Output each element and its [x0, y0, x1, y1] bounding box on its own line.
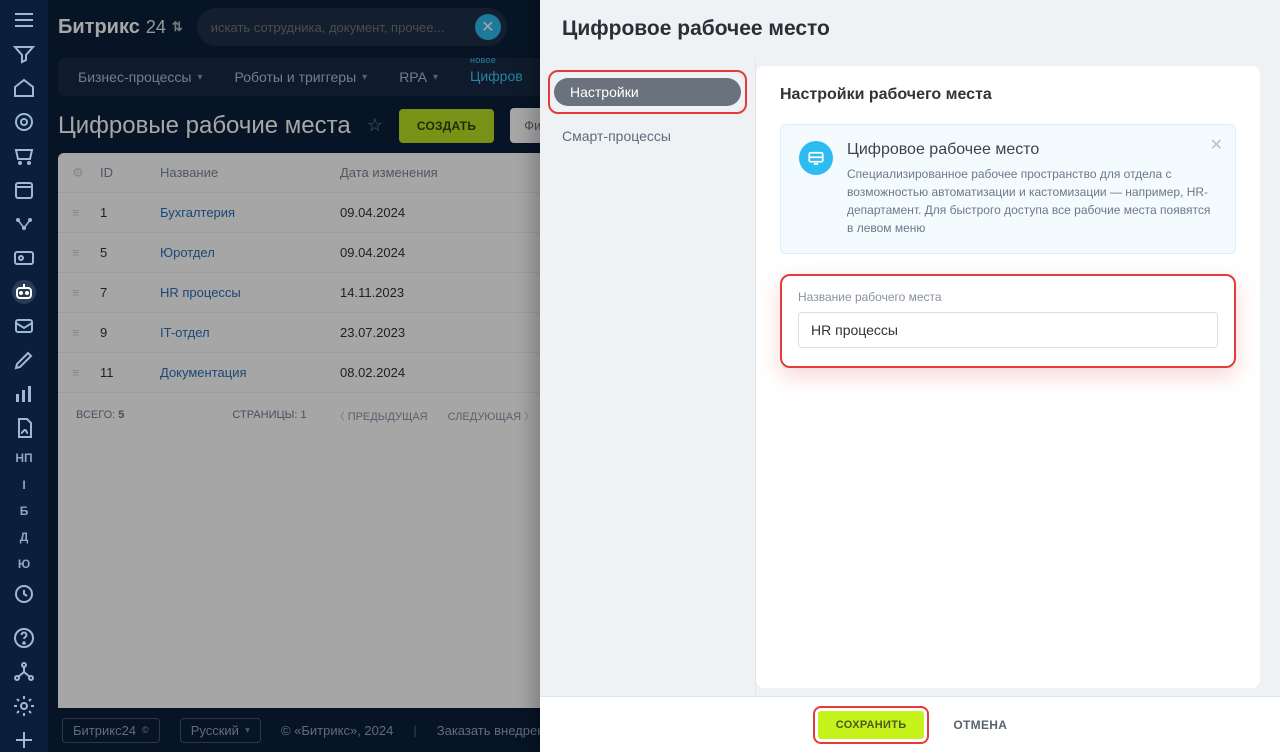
info-heading: Цифровое рабочее место [847, 141, 1217, 159]
col-date[interactable]: Дата изменения [340, 165, 530, 180]
prev-page-button[interactable]: 〈 ПРЕДЫДУЩАЯ [335, 408, 428, 423]
callout-highlight: Настройки [548, 70, 747, 114]
nav-settings[interactable]: Настройки [554, 78, 741, 106]
gear-icon[interactable]: ⚙ [72, 165, 90, 181]
clock-icon[interactable] [12, 582, 36, 606]
cell-name-link[interactable]: Юротдел [160, 245, 330, 260]
target-icon[interactable] [12, 110, 36, 134]
language-picker[interactable]: Русский ▾ [180, 718, 261, 743]
cell-name-link[interactable]: Документация [160, 365, 330, 380]
brand-switch-icon[interactable]: ⇅ [172, 19, 183, 35]
cell-date: 14.11.2023 [340, 285, 530, 300]
tab-rpa[interactable]: RPA▾ [399, 69, 438, 85]
workspace-name-input[interactable] [798, 312, 1218, 348]
footer-brand-badge[interactable]: Битрикс24© [62, 718, 160, 743]
panel-nav: Настройки Смарт-процессы [540, 58, 756, 696]
global-search[interactable]: ✕ [197, 8, 507, 46]
contact-card-icon[interactable] [12, 246, 36, 270]
robot-icon[interactable] [12, 280, 36, 304]
cell-id: 11 [100, 365, 150, 380]
gear-icon[interactable] [12, 694, 36, 718]
panel-header: Цифровое рабочее место [540, 0, 1280, 58]
pencil-icon[interactable] [12, 348, 36, 372]
cart-icon[interactable] [12, 144, 36, 168]
brand-name: Битрикс [58, 16, 140, 39]
tab-robots[interactable]: Роботы и триггеры▾ [235, 69, 368, 85]
search-input[interactable] [211, 20, 467, 35]
drag-handle-icon[interactable]: ≡ [72, 245, 90, 260]
panel-footer: СОХРАНИТЬ ОТМЕНА [540, 696, 1280, 752]
cell-id: 9 [100, 325, 150, 340]
search-clear-icon[interactable]: ✕ [475, 14, 501, 40]
panel-content: Настройки рабочего места Цифровое рабоче… [756, 66, 1260, 688]
tab-bizproc[interactable]: Бизнес-процессы▾ [78, 69, 203, 85]
info-close-icon[interactable]: ✕ [1210, 135, 1223, 155]
brand-logo[interactable]: Битрикс 24 ⇅ [58, 16, 183, 39]
inbox-icon[interactable] [12, 314, 36, 338]
copyright: © «Битрикс», 2024 [281, 723, 393, 738]
cancel-button[interactable]: ОТМЕНА [953, 718, 1007, 732]
nav-smart-processes[interactable]: Смарт-процессы [548, 118, 747, 154]
help-icon[interactable] [12, 626, 36, 650]
callout-highlight: Название рабочего места [780, 274, 1236, 368]
cell-name-link[interactable]: HR процессы [160, 285, 330, 300]
create-button[interactable]: СОЗДАТЬ [399, 109, 494, 143]
tab-digital[interactable]: новоеЦифров [470, 68, 523, 86]
rail-letter-3[interactable]: Д [12, 529, 36, 545]
plus-icon[interactable] [12, 728, 36, 752]
funnel-icon[interactable] [12, 42, 36, 66]
left-rail: НП I Б Д Ю [0, 0, 48, 752]
cell-date: 09.04.2024 [340, 205, 530, 220]
workspace-icon [799, 141, 833, 175]
col-id[interactable]: ID [100, 165, 150, 180]
rail-letter-0[interactable]: НП [12, 450, 36, 466]
col-name[interactable]: Название [160, 165, 330, 180]
cell-date: 08.02.2024 [340, 365, 530, 380]
cell-date: 09.04.2024 [340, 245, 530, 260]
chevron-down-icon: ▾ [362, 72, 367, 83]
info-text: Специализированное рабочее пространство … [847, 165, 1217, 237]
brand-number: 24 [146, 17, 166, 38]
save-button[interactable]: СОХРАНИТЬ [818, 711, 925, 739]
sign-doc-icon[interactable] [12, 416, 36, 440]
chevron-down-icon: ▾ [197, 72, 202, 83]
chart-bars-icon[interactable] [12, 382, 36, 406]
cell-name-link[interactable]: IT-отдел [160, 325, 330, 340]
cell-id: 7 [100, 285, 150, 300]
chevron-down-icon: ▾ [433, 72, 438, 83]
drag-handle-icon[interactable]: ≡ [72, 285, 90, 300]
next-page-button[interactable]: СЛЕДУЮЩАЯ 〉 [448, 408, 534, 423]
sitemap-icon[interactable] [12, 660, 36, 684]
calendar-icon[interactable] [12, 178, 36, 202]
network-icon[interactable] [12, 212, 36, 236]
favorite-star-icon[interactable]: ☆ [367, 115, 383, 136]
drag-handle-icon[interactable]: ≡ [72, 205, 90, 220]
cell-id: 1 [100, 205, 150, 220]
page-title: Цифровые рабочие места [58, 112, 351, 140]
slideout-panel: Цифровое рабочее место Настройки Смарт-п… [540, 0, 1280, 752]
rail-letter-1[interactable]: I [12, 476, 36, 492]
menu-icon[interactable] [12, 8, 36, 32]
rail-letter-2[interactable]: Б [12, 503, 36, 519]
rail-letter-4[interactable]: Ю [12, 556, 36, 572]
field-label: Название рабочего места [798, 290, 1218, 304]
panel-title: Цифровое рабочее место [562, 17, 830, 41]
home-icon[interactable] [12, 76, 36, 100]
cell-date: 23.07.2023 [340, 325, 530, 340]
callout-highlight: СОХРАНИТЬ [813, 706, 930, 744]
drag-handle-icon[interactable]: ≡ [72, 365, 90, 380]
cell-name-link[interactable]: Бухгалтерия [160, 205, 330, 220]
drag-handle-icon[interactable]: ≡ [72, 325, 90, 340]
section-title: Настройки рабочего места [780, 86, 1236, 104]
info-card: Цифровое рабочее место Специализированно… [780, 124, 1236, 254]
cell-id: 5 [100, 245, 150, 260]
